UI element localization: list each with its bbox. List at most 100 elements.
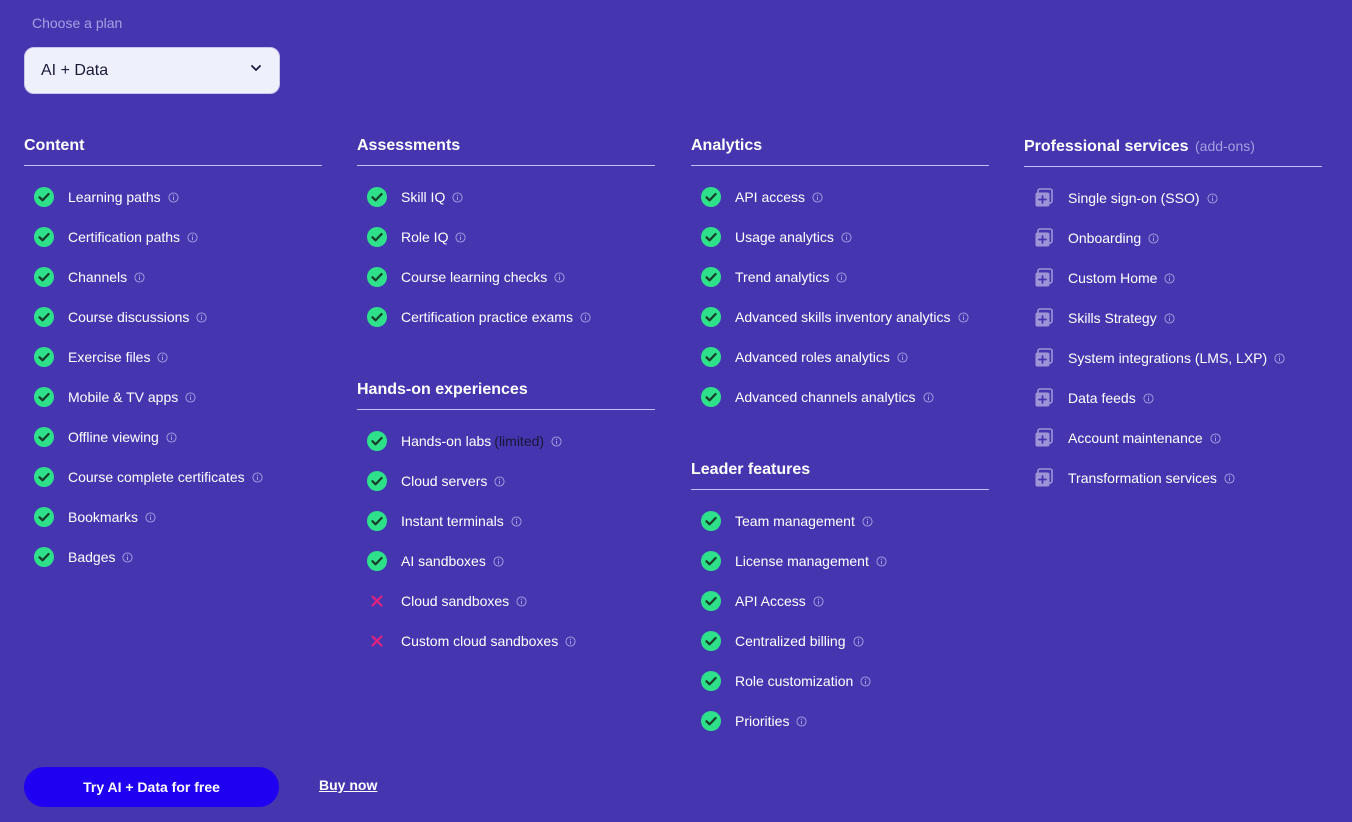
- info-icon[interactable]: [452, 191, 463, 203]
- feature-item-advanced-skills-inventory-analytics: Advanced skills inventory analytics: [691, 297, 989, 337]
- feature-label: Transformation services: [1068, 470, 1217, 486]
- feature-label: Channels: [68, 269, 128, 285]
- info-icon[interactable]: [196, 311, 207, 323]
- check-circle-icon: [34, 467, 54, 487]
- feature-label: API Access: [735, 593, 806, 609]
- check-circle-icon: [367, 227, 387, 247]
- plan-select[interactable]: AI + Data: [24, 47, 280, 94]
- info-icon[interactable]: [841, 231, 852, 243]
- column-3: Analytics API access Usage analytics Trend …: [691, 137, 989, 785]
- info-icon[interactable]: [516, 595, 527, 607]
- feature-item-course-discussions: Course discussions: [24, 297, 322, 337]
- feature-item-course-learning-checks: Course learning checks: [357, 257, 655, 297]
- info-icon[interactable]: [145, 511, 156, 523]
- feature-item-role-customization: Role customization: [691, 661, 989, 701]
- column-1: Content Learning paths Certification paths…: [24, 137, 322, 621]
- info-icon[interactable]: [1164, 312, 1175, 324]
- info-icon[interactable]: [580, 311, 591, 323]
- info-icon[interactable]: [185, 391, 196, 403]
- feature-label: Role customization: [735, 673, 854, 689]
- info-icon[interactable]: [511, 515, 522, 527]
- feature-item-data-feeds: Data feeds: [1024, 378, 1322, 418]
- info-icon[interactable]: [554, 271, 565, 283]
- info-icon[interactable]: [836, 271, 847, 283]
- check-circle-icon: [34, 387, 54, 407]
- section-leader-features: Leader features Team management License ma…: [691, 461, 989, 741]
- info-icon[interactable]: [1164, 272, 1176, 284]
- check-circle-icon: [367, 307, 387, 327]
- feature-item-trend-analytics: Trend analytics: [691, 257, 989, 297]
- info-icon[interactable]: [252, 471, 263, 483]
- feature-label: Course complete certificates: [68, 469, 245, 485]
- info-icon[interactable]: [157, 351, 169, 363]
- info-icon[interactable]: [1274, 352, 1285, 364]
- info-icon[interactable]: [852, 635, 864, 647]
- feature-item-advanced-channels-analytics: Advanced channels analytics: [691, 377, 989, 417]
- feature-list: Learning paths Certification paths Channel…: [24, 166, 322, 577]
- x-icon: [367, 631, 387, 651]
- try-free-button[interactable]: Try AI + Data for free: [24, 767, 279, 807]
- add-on-icon: [1034, 308, 1054, 328]
- feature-label: Learning paths: [68, 189, 161, 205]
- info-icon[interactable]: [122, 551, 134, 563]
- feature-item-onboarding: Onboarding: [1024, 218, 1322, 258]
- info-icon[interactable]: [134, 271, 145, 283]
- info-icon[interactable]: [187, 231, 198, 243]
- section-assessments: Assessments Skill IQ Role IQ Course learnin…: [357, 137, 655, 337]
- check-circle-icon: [367, 267, 387, 287]
- info-icon[interactable]: [958, 311, 969, 323]
- check-circle-icon: [701, 711, 721, 731]
- buy-now-link[interactable]: Buy now: [319, 777, 377, 793]
- info-icon[interactable]: [551, 435, 562, 447]
- section-professional-services: Professional services (add-ons) Single si…: [1024, 137, 1322, 498]
- feature-item-badges: Badges: [24, 537, 322, 577]
- info-icon[interactable]: [860, 675, 871, 687]
- info-icon[interactable]: [493, 555, 504, 567]
- info-icon[interactable]: [494, 475, 505, 487]
- feature-label: Custom Home: [1068, 270, 1158, 286]
- section-title: Analytics: [691, 137, 989, 166]
- feature-label: Custom cloud sandboxes: [401, 633, 559, 649]
- feature-item-transformation-services: Transformation services: [1024, 458, 1322, 498]
- check-circle-icon: [701, 187, 721, 207]
- feature-item-cloud-sandboxes: Cloud sandboxes: [357, 581, 655, 621]
- feature-list: Single sign-on (SSO) Onboarding Custom Hom…: [1024, 167, 1322, 498]
- add-on-icon: [1034, 468, 1054, 488]
- section-hands-on-experiences: Hands-on experiences Hands-on labs (limite…: [357, 381, 655, 661]
- section-analytics: Analytics API access Usage analytics Trend …: [691, 137, 989, 417]
- add-on-icon: [1034, 348, 1054, 368]
- feature-label: AI sandboxes: [401, 553, 486, 569]
- info-icon[interactable]: [1210, 432, 1221, 444]
- info-icon[interactable]: [813, 595, 824, 607]
- column-4: Professional services (add-ons) Single si…: [1024, 137, 1322, 542]
- feature-item-channels: Channels: [24, 257, 322, 297]
- info-icon[interactable]: [1206, 192, 1218, 204]
- feature-item-centralized-billing: Centralized billing: [691, 621, 989, 661]
- check-circle-icon: [701, 671, 721, 691]
- check-circle-icon: [367, 187, 387, 207]
- info-icon[interactable]: [455, 231, 467, 243]
- info-icon[interactable]: [876, 555, 887, 567]
- check-circle-icon: [34, 307, 54, 327]
- check-circle-icon: [367, 431, 387, 451]
- feature-label: Certification paths: [68, 229, 181, 245]
- info-icon[interactable]: [168, 191, 179, 203]
- info-icon[interactable]: [796, 715, 808, 727]
- feature-label: Offline viewing: [68, 429, 159, 445]
- info-icon[interactable]: [812, 191, 823, 203]
- feature-label: System integrations (LMS, LXP): [1068, 350, 1268, 366]
- feature-item-exercise-files: Exercise files: [24, 337, 322, 377]
- feature-label: Badges: [68, 549, 116, 565]
- info-icon[interactable]: [1148, 232, 1159, 244]
- info-icon[interactable]: [565, 635, 576, 647]
- info-icon[interactable]: [166, 431, 177, 443]
- info-icon[interactable]: [862, 515, 873, 527]
- feature-item-learning-paths: Learning paths: [24, 177, 322, 217]
- info-icon[interactable]: [897, 351, 908, 363]
- feature-label: Course learning checks: [401, 269, 548, 285]
- feature-label: Skill IQ: [401, 189, 446, 205]
- info-icon[interactable]: [1224, 472, 1235, 484]
- section-title: Leader features: [691, 461, 989, 490]
- info-icon[interactable]: [1143, 392, 1154, 404]
- info-icon[interactable]: [923, 391, 934, 403]
